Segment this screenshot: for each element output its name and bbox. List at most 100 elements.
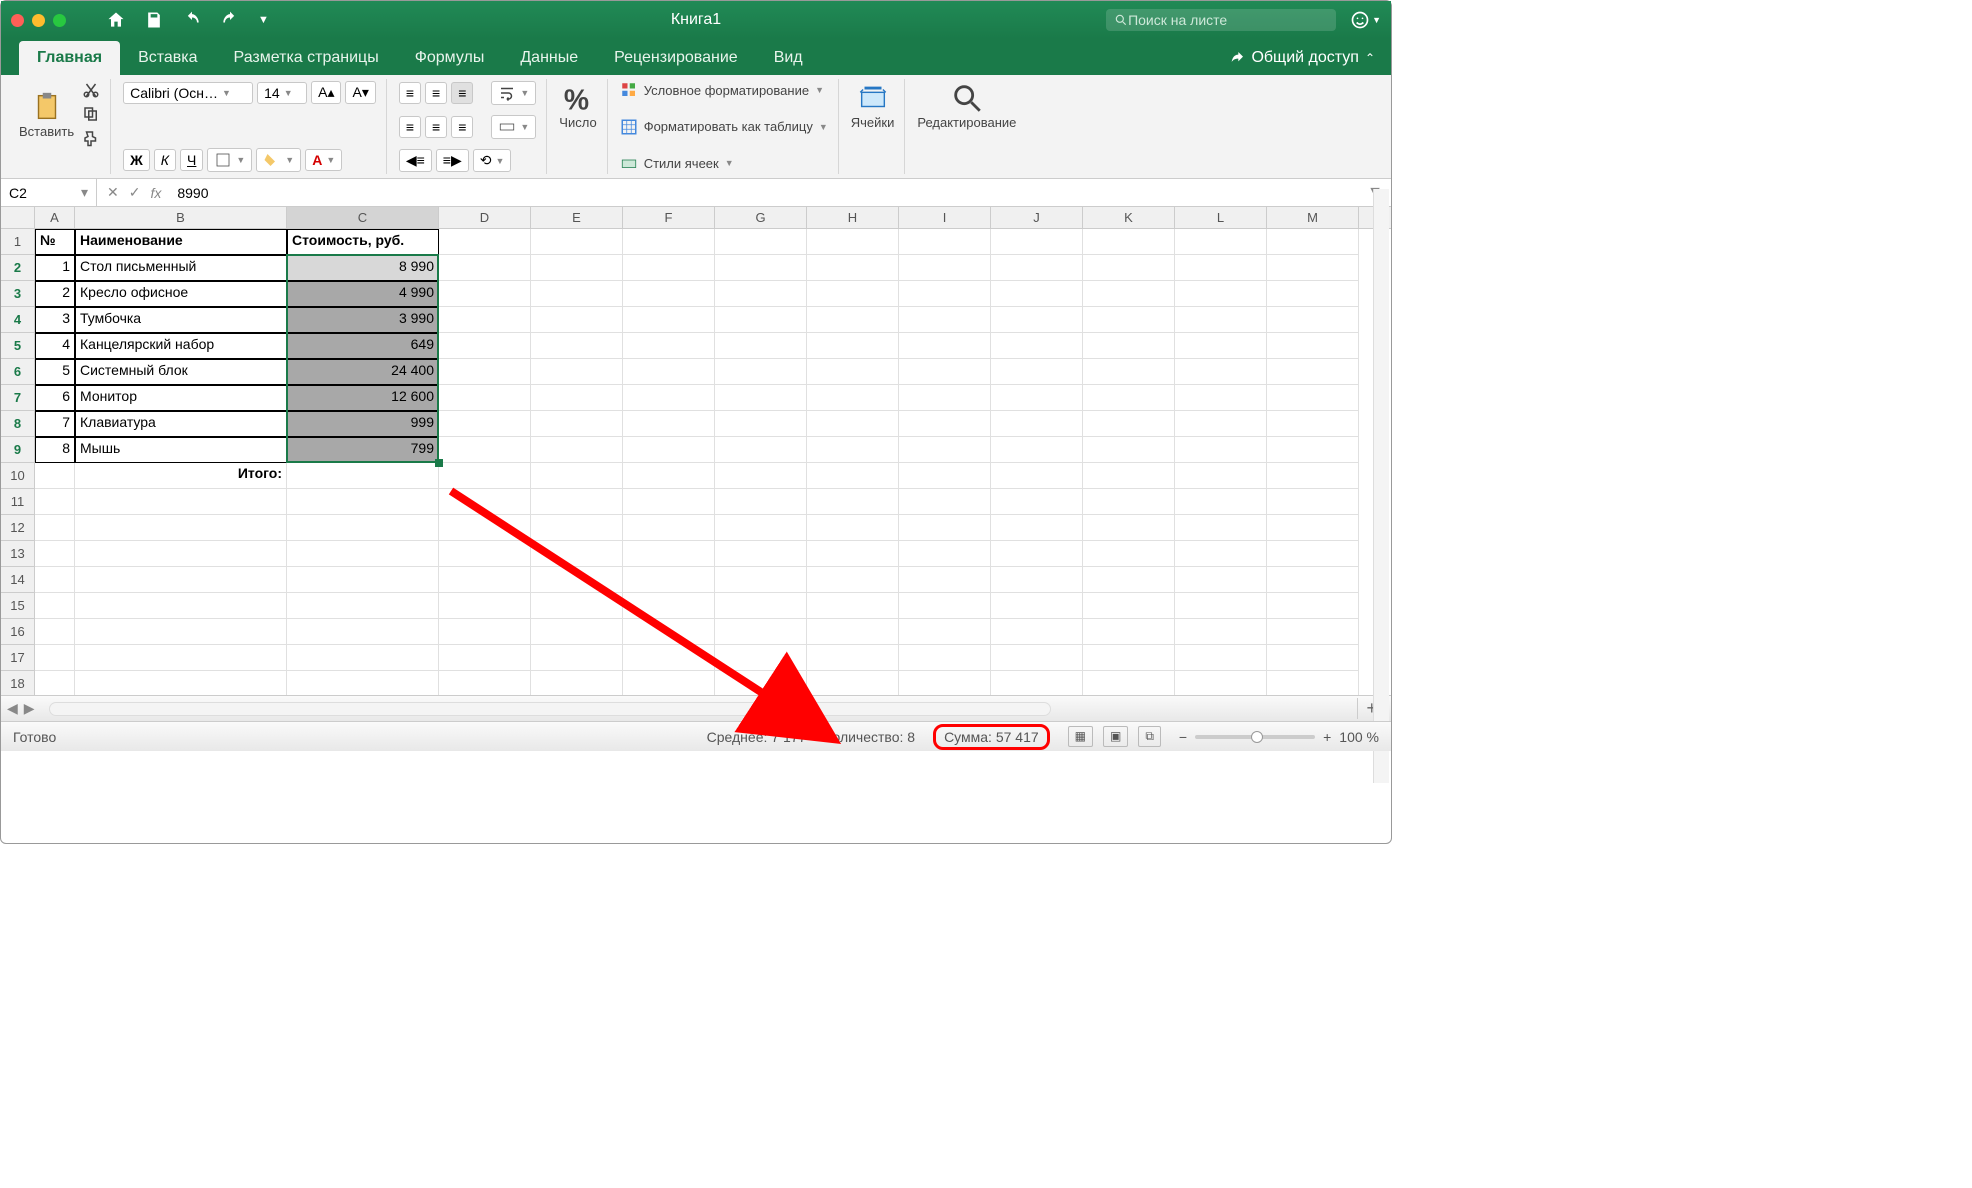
cell-E5[interactable] [531,333,623,359]
cell-B9[interactable]: Мышь [75,437,287,463]
cell-C2[interactable]: 8 990 [287,255,439,281]
zoom-out-button[interactable]: − [1179,729,1187,745]
cell-L18[interactable] [1175,671,1267,695]
tab-data[interactable]: Данные [502,41,596,75]
cell-D10[interactable] [439,463,531,489]
cell-K17[interactable] [1083,645,1175,671]
cell-L1[interactable] [1175,229,1267,255]
cell-J11[interactable] [991,489,1083,515]
decrease-indent-button[interactable]: ◀≡ [399,149,432,172]
cell-H15[interactable] [807,593,899,619]
underline-button[interactable]: Ч [180,149,203,171]
cell-H7[interactable] [807,385,899,411]
cell-I5[interactable] [899,333,991,359]
cell-I9[interactable] [899,437,991,463]
cell-F17[interactable] [623,645,715,671]
home-icon[interactable] [106,10,126,30]
cell-E6[interactable] [531,359,623,385]
cell-B17[interactable] [75,645,287,671]
cell-B8[interactable]: Клавиатура [75,411,287,437]
cell-M16[interactable] [1267,619,1359,645]
tab-view[interactable]: Вид [756,41,821,75]
cell-H1[interactable] [807,229,899,255]
minimize-window-button[interactable] [32,14,45,27]
row-header-1[interactable]: 1 [1,229,35,255]
undo-icon[interactable] [182,10,202,30]
cell-L6[interactable] [1175,359,1267,385]
column-header-B[interactable]: B [75,207,287,228]
cell-B13[interactable] [75,541,287,567]
cell-styles-button[interactable]: Стили ячеек [644,156,719,171]
cell-A4[interactable]: 3 [35,307,75,333]
cell-B2[interactable]: Стол письменный [75,255,287,281]
cell-B12[interactable] [75,515,287,541]
column-header-C[interactable]: C [287,207,439,228]
cell-E17[interactable] [531,645,623,671]
search-input[interactable] [1128,12,1328,28]
font-size-select[interactable]: 14▼ [257,82,307,104]
cells-icon[interactable] [856,81,890,115]
cell-H4[interactable] [807,307,899,333]
cell-H9[interactable] [807,437,899,463]
column-header-F[interactable]: F [623,207,715,228]
conditional-format-button[interactable]: Условное форматирование [644,83,809,98]
cell-I10[interactable] [899,463,991,489]
page-break-view-button[interactable]: ⧉ [1138,726,1161,747]
cell-B6[interactable]: Системный блок [75,359,287,385]
cell-J5[interactable] [991,333,1083,359]
cell-J17[interactable] [991,645,1083,671]
tab-insert[interactable]: Вставка [120,41,215,75]
cell-G1[interactable] [715,229,807,255]
cell-D14[interactable] [439,567,531,593]
cell-L12[interactable] [1175,515,1267,541]
cell-J15[interactable] [991,593,1083,619]
cell-K16[interactable] [1083,619,1175,645]
align-right-button[interactable]: ≡ [451,116,473,138]
cell-K1[interactable] [1083,229,1175,255]
cell-I14[interactable] [899,567,991,593]
cell-L16[interactable] [1175,619,1267,645]
fill-color-button[interactable]: ▼ [256,148,301,172]
cell-J10[interactable] [991,463,1083,489]
cell-F11[interactable] [623,489,715,515]
cell-H18[interactable] [807,671,899,695]
cell-K7[interactable] [1083,385,1175,411]
align-center-button[interactable]: ≡ [425,116,447,138]
cell-F12[interactable] [623,515,715,541]
column-header-H[interactable]: H [807,207,899,228]
cell-B15[interactable] [75,593,287,619]
cell-E1[interactable] [531,229,623,255]
cell-B11[interactable] [75,489,287,515]
find-icon[interactable] [950,81,984,115]
row-header-16[interactable]: 16 [1,619,35,645]
cell-A3[interactable]: 2 [35,281,75,307]
format-table-button[interactable]: Форматировать как таблицу [644,119,813,134]
cell-H16[interactable] [807,619,899,645]
cell-E12[interactable] [531,515,623,541]
column-header-A[interactable]: A [35,207,75,228]
cell-G13[interactable] [715,541,807,567]
cell-C13[interactable] [287,541,439,567]
row-header-5[interactable]: 5 [1,333,35,359]
cell-K18[interactable] [1083,671,1175,695]
cell-G17[interactable] [715,645,807,671]
cell-G7[interactable] [715,385,807,411]
cell-E8[interactable] [531,411,623,437]
cell-E13[interactable] [531,541,623,567]
row-header-14[interactable]: 14 [1,567,35,593]
cell-C16[interactable] [287,619,439,645]
cell-I7[interactable] [899,385,991,411]
format-painter-icon[interactable] [82,129,100,147]
cell-D9[interactable] [439,437,531,463]
cell-J4[interactable] [991,307,1083,333]
search-box[interactable] [1106,9,1336,31]
cell-I17[interactable] [899,645,991,671]
save-icon[interactable] [144,10,164,30]
cell-E9[interactable] [531,437,623,463]
cell-A7[interactable]: 6 [35,385,75,411]
cell-H5[interactable] [807,333,899,359]
cell-A17[interactable] [35,645,75,671]
column-header-M[interactable]: M [1267,207,1359,228]
merge-button[interactable]: ▼ [491,115,536,139]
fill-handle[interactable] [435,459,443,467]
